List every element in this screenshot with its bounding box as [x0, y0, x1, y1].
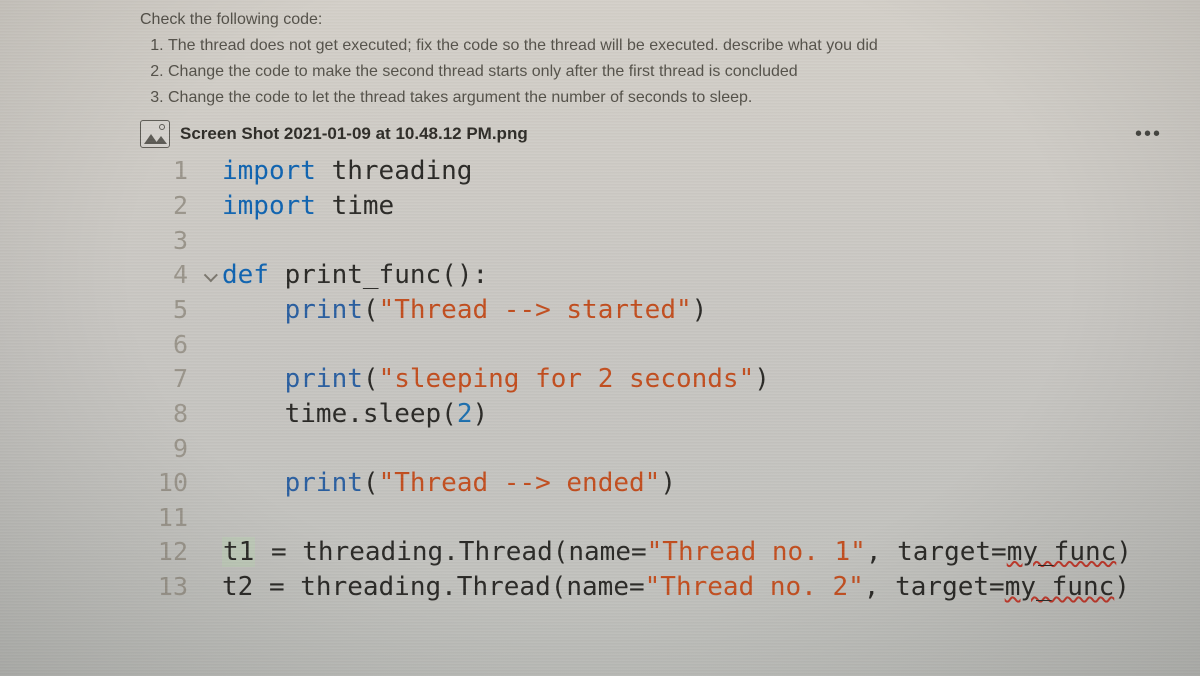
line-number: 7 [140, 362, 194, 396]
line-number: 6 [140, 328, 194, 362]
line-number: 12 [140, 535, 194, 569]
instructions-list: The thread does not get executed; fix th… [140, 34, 1200, 110]
code-content[interactable]: time.sleep(2) [222, 397, 488, 432]
code-content[interactable]: print("Thread --> ended") [222, 466, 676, 501]
code-line: 12 t1 = threading.Thread(name="Thread no.… [140, 535, 1200, 570]
attachment-filename[interactable]: Screen Shot 2021-01-09 at 10.48.12 PM.pn… [180, 124, 528, 144]
code-line: 9 [140, 432, 1200, 466]
line-number: 5 [140, 293, 194, 327]
instruction-item: The thread does not get executed; fix th… [168, 34, 1200, 58]
code-content[interactable]: print("sleeping for 2 seconds") [222, 362, 770, 397]
line-number: 2 [140, 189, 194, 223]
code-line: 2 import time [140, 189, 1200, 224]
instructions-title: Check the following code: [140, 8, 1200, 32]
line-number: 3 [140, 224, 194, 258]
line-number: 4 [140, 258, 194, 292]
code-line: 13 t2 = threading.Thread(name="Thread no.… [140, 570, 1200, 605]
line-number: 8 [140, 397, 194, 431]
line-number: 11 [140, 501, 194, 535]
line-number: 10 [140, 466, 194, 500]
code-editor: 1 import threading 2 import time 34 def print… [140, 154, 1200, 605]
code-content[interactable]: print("Thread --> started") [222, 293, 707, 328]
instruction-item: Change the code to let the thread takes … [168, 86, 1200, 110]
code-content[interactable]: t1 = threading.Thread(name="Thread no. 1… [222, 535, 1132, 570]
instruction-item: Change the code to make the second threa… [168, 60, 1200, 84]
code-content[interactable]: import time [222, 189, 394, 224]
code-content[interactable]: def print_func(): [222, 258, 488, 293]
code-line: 3 [140, 224, 1200, 258]
code-line: 6 [140, 328, 1200, 362]
code-content[interactable]: t2 = threading.Thread(name="Thread no. 2… [222, 570, 1130, 605]
line-number: 13 [140, 570, 194, 604]
image-file-icon [140, 120, 170, 148]
code-line: 7 print("sleeping for 2 seconds") [140, 362, 1200, 397]
line-number: 9 [140, 432, 194, 466]
chevron-down-icon[interactable] [204, 268, 218, 282]
code-line: 8 time.sleep(2) [140, 397, 1200, 432]
instructions-block: Check the following code: The thread doe… [0, 8, 1200, 110]
attachment-row: Screen Shot 2021-01-09 at 10.48.12 PM.pn… [140, 120, 1170, 148]
fold-gutter[interactable] [194, 266, 222, 290]
code-line: 11 [140, 501, 1200, 535]
code-content[interactable]: import threading [222, 154, 472, 189]
code-line: 4 def print_func(): [140, 258, 1200, 293]
code-line: 5 print("Thread --> started") [140, 293, 1200, 328]
line-number: 1 [140, 154, 194, 188]
code-line: 1 import threading [140, 154, 1200, 189]
more-options-icon[interactable]: ••• [1135, 123, 1170, 146]
code-line: 10 print("Thread --> ended") [140, 466, 1200, 501]
